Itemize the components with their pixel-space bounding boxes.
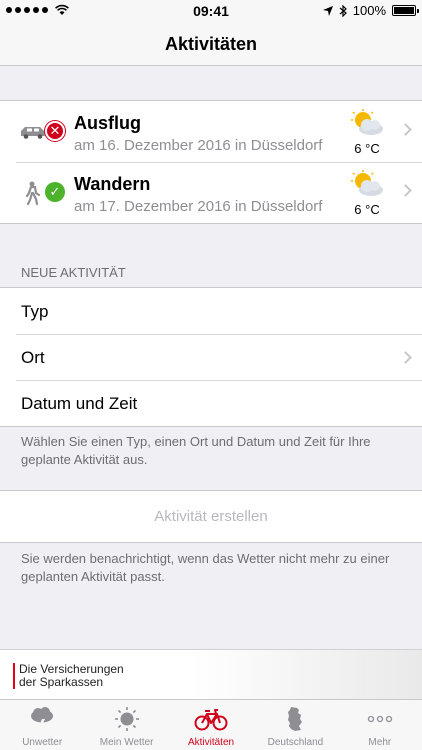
sun-behind-cloud-icon <box>351 170 383 196</box>
car-icon <box>21 127 45 139</box>
create-activity-button[interactable]: Aktivität erstellen <box>0 490 422 543</box>
type-row[interactable]: Typ <box>0 288 422 334</box>
tab-label: Mein Wetter <box>99 737 154 748</box>
chevron-right-icon <box>399 184 412 197</box>
location-row[interactable]: Ort <box>0 334 422 380</box>
chevron-right-icon <box>399 123 412 136</box>
new-activity-form: Typ Ort Datum und Zeit <box>0 287 422 427</box>
temperature: 6 °C <box>354 141 380 156</box>
activity-row-wandern[interactable]: ✓ Wandern am 17. Dezember 2016 in Düssel… <box>0 162 422 223</box>
tab-aktivitaeten[interactable]: Aktivitäten <box>169 700 253 750</box>
tab-label: Deutschland <box>267 737 324 748</box>
tab-deutschland[interactable]: Deutschland <box>253 700 337 750</box>
section-header-new-activity: NEUE AKTIVITÄT <box>21 265 126 280</box>
navigation-bar: Aktivitäten <box>0 22 422 66</box>
notification-info: Sie werden benachrichtigt, wenn das Wett… <box>21 551 390 584</box>
ad-banner[interactable]: Die Versicherungen der Sparkassen <box>0 649 422 699</box>
ad-line-2: der Sparkassen <box>19 675 104 689</box>
ad-logo-bar <box>13 663 15 689</box>
page-title: Aktivitäten <box>164 34 258 54</box>
activity-list: ✕ Ausflug am 16. Dezember 2016 in Düssel… <box>0 100 422 224</box>
hiker-icon <box>25 181 41 206</box>
tab-unwetter[interactable]: Unwetter <box>0 700 84 750</box>
battery-percent: 100% <box>352 3 386 18</box>
type-label: Typ <box>21 302 49 321</box>
more-dots-icon <box>367 715 392 723</box>
temperature: 6 °C <box>354 202 380 217</box>
status-bar: 09:41 100% <box>0 0 422 22</box>
location-label: Ort <box>21 348 45 367</box>
tab-label: Aktivitäten <box>187 737 235 748</box>
activity-title: Ausflug <box>74 113 141 133</box>
tab-mehr[interactable]: Mehr <box>338 700 422 750</box>
storm-cloud-icon <box>31 707 54 732</box>
datetime-label: Datum und Zeit <box>21 394 138 413</box>
check-icon: ✓ <box>45 182 65 202</box>
x-mark-icon: ✕ <box>45 121 65 141</box>
location-arrow-icon <box>322 5 333 16</box>
battery-icon <box>392 5 419 16</box>
chevron-right-icon <box>399 351 412 364</box>
activity-date-location: am 17. Dezember 2016 in Düsseldorf <box>74 198 323 215</box>
germany-map-icon <box>288 707 303 731</box>
sun-behind-cloud-icon <box>351 109 383 135</box>
tab-mein-wetter[interactable]: Mein Wetter <box>84 700 168 750</box>
form-hint: Wählen Sie einen Typ, einen Ort und Datu… <box>21 434 371 467</box>
tab-label: Unwetter <box>22 737 63 748</box>
sun-icon <box>114 707 139 731</box>
activity-title: Wandern <box>74 174 151 194</box>
tab-label: Mehr <box>368 737 392 748</box>
ad-text: Die Versicherungen der Sparkassen <box>19 663 124 689</box>
bluetooth-icon <box>339 4 347 17</box>
activity-date-location: am 16. Dezember 2016 in Düsseldorf <box>74 137 323 154</box>
bicycle-icon <box>194 709 228 731</box>
activity-row-ausflug[interactable]: ✕ Ausflug am 16. Dezember 2016 in Düssel… <box>0 101 422 162</box>
datetime-row[interactable]: Datum und Zeit <box>0 380 422 426</box>
tab-bar: Unwetter Mein Wetter Aktivitäten Deutsch… <box>0 699 422 750</box>
